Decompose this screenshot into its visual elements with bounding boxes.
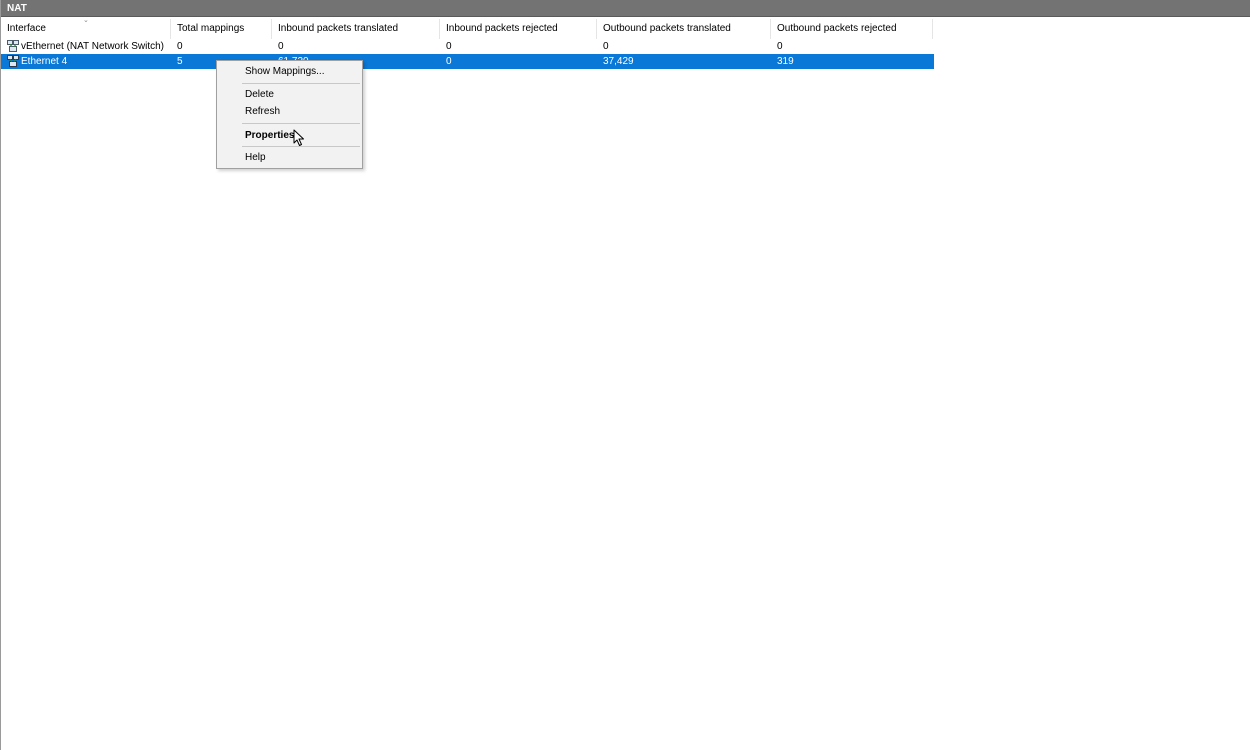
list-header: Interface ⌄ Total mappings Inbound packe… xyxy=(1,19,934,39)
column-header-label: Inbound packets rejected xyxy=(446,23,558,34)
column-header-interface[interactable]: Interface ⌄ xyxy=(1,19,171,39)
column-header-label: Outbound packets rejected xyxy=(777,23,897,34)
cell-outbound-translated: 37,429 xyxy=(603,56,634,67)
table-row[interactable]: vEthernet (NAT Network Switch) 0 0 0 0 0 xyxy=(1,39,934,54)
menu-item-properties[interactable]: Properties xyxy=(218,127,361,145)
cell-inbound-translated: 0 xyxy=(278,41,284,52)
column-header-total-mappings[interactable]: Total mappings xyxy=(171,19,272,39)
column-header-label: Inbound packets translated xyxy=(278,23,399,34)
window-title: NAT xyxy=(1,0,1250,17)
cell-outbound-translated: 0 xyxy=(603,41,609,52)
network-interface-icon xyxy=(7,40,19,52)
cell-inbound-rejected: 0 xyxy=(446,41,452,52)
mouse-pointer-icon xyxy=(293,129,305,147)
nat-window: NAT Interface ⌄ Total mappings Inbound p… xyxy=(0,0,1250,750)
cell-total-mappings: 0 xyxy=(177,41,183,52)
column-header-label: Interface xyxy=(7,23,46,34)
table-row-selected[interactable]: Ethernet 4 5 61,720 0 37,429 319 xyxy=(1,54,934,69)
cell-inbound-rejected: 0 xyxy=(446,56,452,67)
sort-descending-icon: ⌄ xyxy=(83,19,89,24)
menu-item-help[interactable]: Help xyxy=(218,149,361,167)
column-header-label: Total mappings xyxy=(177,23,245,34)
column-header-inbound-rejected[interactable]: Inbound packets rejected xyxy=(440,19,597,39)
cell-interface: vEthernet (NAT Network Switch) xyxy=(21,41,165,52)
menu-separator xyxy=(242,123,360,124)
column-header-inbound-translated[interactable]: Inbound packets translated xyxy=(272,19,440,39)
menu-item-delete[interactable]: Delete xyxy=(218,86,361,104)
cell-outbound-rejected: 319 xyxy=(777,56,794,67)
menu-item-show-mappings[interactable]: Show Mappings... xyxy=(218,63,361,81)
context-menu: Show Mappings... Delete Refresh Properti… xyxy=(216,60,363,169)
menu-separator xyxy=(242,83,360,84)
column-header-outbound-translated[interactable]: Outbound packets translated xyxy=(597,19,771,39)
cell-interface: Ethernet 4 xyxy=(21,56,68,67)
column-header-label: Outbound packets translated xyxy=(603,23,731,34)
cell-outbound-rejected: 0 xyxy=(777,41,783,52)
network-interface-icon xyxy=(7,55,19,67)
column-header-outbound-rejected[interactable]: Outbound packets rejected xyxy=(771,19,933,39)
menu-item-refresh[interactable]: Refresh xyxy=(218,103,361,121)
